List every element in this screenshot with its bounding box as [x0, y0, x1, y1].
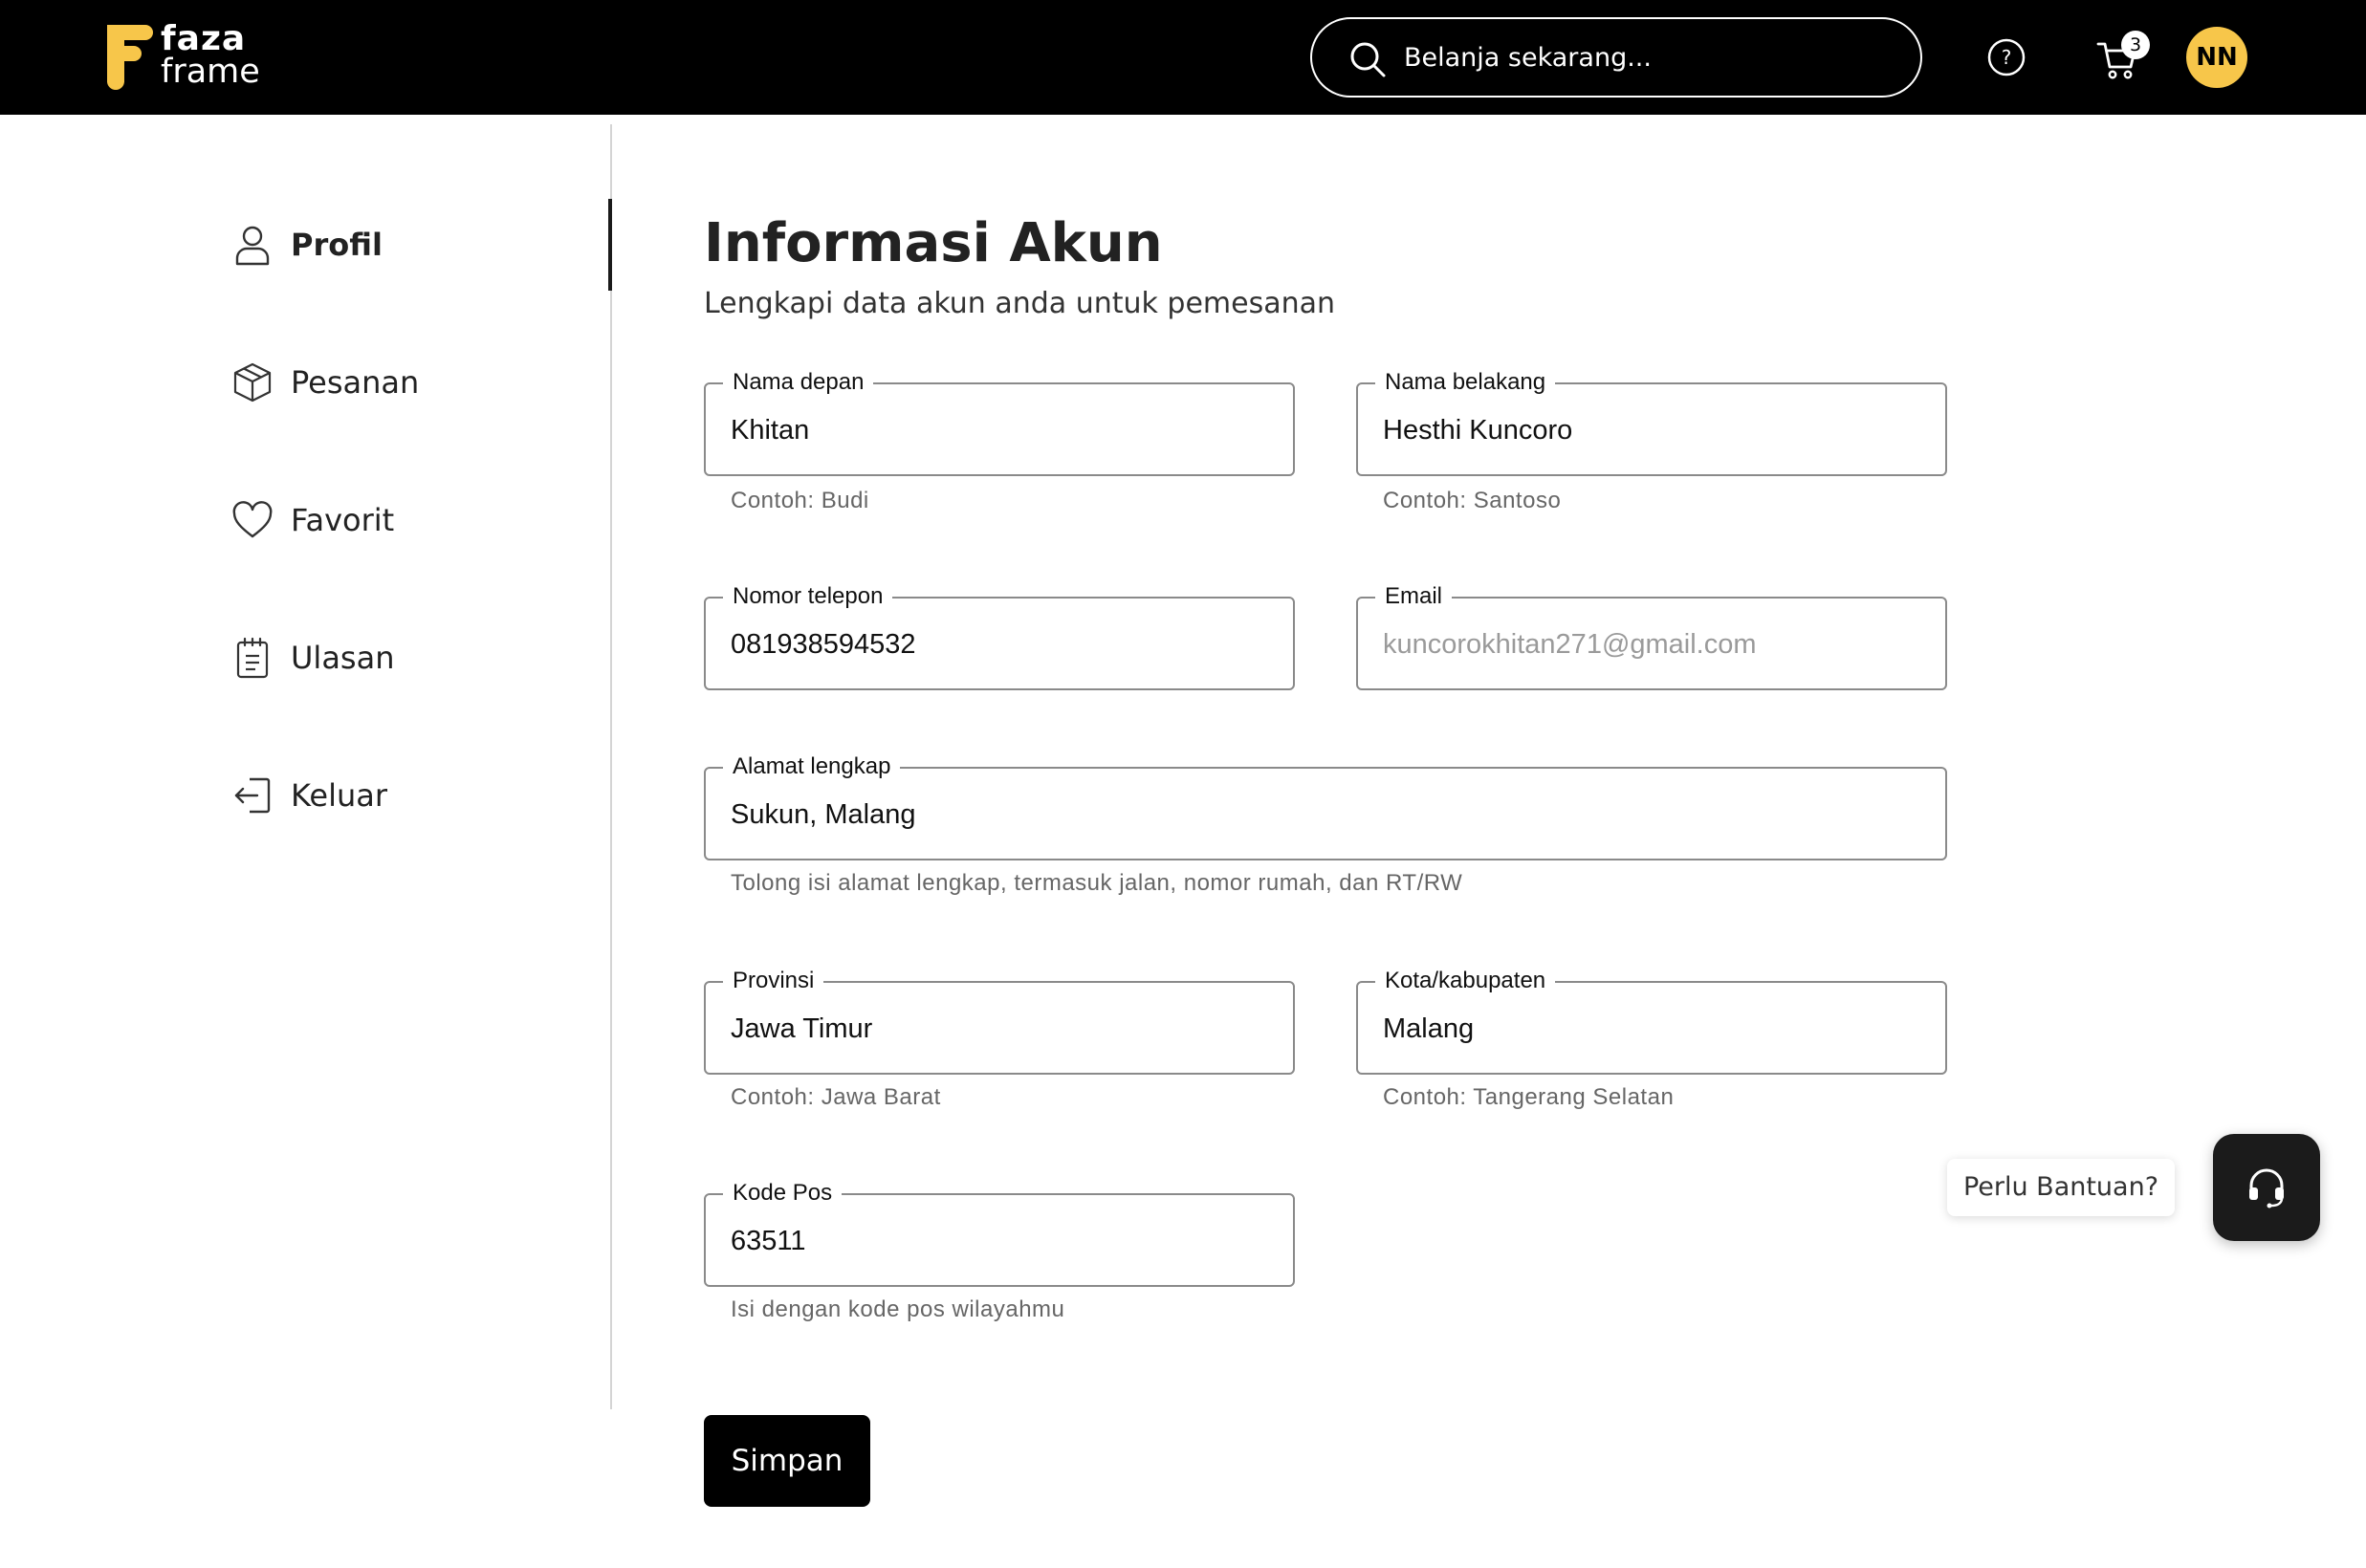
faza-frame-logo[interactable]: faza frame: [105, 19, 277, 94]
last-name-helper: Contoh: Santoso: [1383, 488, 1562, 513]
sidebar-divider: [610, 124, 612, 1409]
province-label: Provinsi: [723, 968, 824, 994]
address-field[interactable]: Alamat lengkap: [704, 753, 1947, 860]
page-title: Informasi Akun: [704, 212, 1163, 274]
city-input[interactable]: [1383, 1006, 1926, 1052]
phone-input[interactable]: [731, 621, 1274, 667]
notepad-icon: [230, 635, 275, 681]
province-helper: Contoh: Jawa Barat: [731, 1084, 941, 1110]
last-name-label: Nama belakang: [1375, 369, 1556, 396]
last-name-input[interactable]: [1383, 407, 1926, 453]
postal-code-helper: Isi dengan kode pos wilayahmu: [731, 1296, 1065, 1322]
sidebar-item-label: Keluar: [291, 777, 388, 814]
sidebar-item-label: Profil: [291, 227, 383, 263]
first-name-helper: Contoh: Budi: [731, 488, 869, 513]
sidebar-item-favorit[interactable]: Favorit: [230, 491, 574, 549]
address-helper: Tolong isi alamat lengkap, termasuk jala…: [731, 870, 1463, 896]
logout-icon: [230, 773, 275, 818]
city-helper: Contoh: Tangerang Selatan: [1383, 1084, 1675, 1110]
email-input: [1383, 621, 1926, 667]
question-circle-icon: ?: [1987, 38, 2026, 76]
search-input[interactable]: [1404, 33, 1901, 82]
first-name-field[interactable]: Nama depan: [704, 369, 1295, 476]
logo-text-faza: faza: [161, 19, 247, 58]
address-label: Alamat lengkap: [723, 753, 901, 780]
help-bubble-label[interactable]: Perlu Bantuan?: [1947, 1159, 2175, 1216]
logo-text-frame: frame: [161, 53, 260, 91]
last-name-field[interactable]: Nama belakang: [1356, 369, 1947, 476]
email-field: Email: [1356, 583, 1947, 690]
postal-code-label: Kode Pos: [723, 1180, 843, 1207]
save-button[interactable]: Simpan: [704, 1415, 870, 1507]
city-field[interactable]: Kota/kabupaten: [1356, 968, 1947, 1075]
logo-mark-icon: [107, 25, 153, 90]
svg-text:?: ?: [2002, 46, 2012, 69]
help-chat-button[interactable]: [2213, 1134, 2320, 1241]
search-bar[interactable]: [1310, 17, 1922, 98]
heart-icon: [230, 497, 275, 543]
phone-field[interactable]: Nomor telepon: [704, 583, 1295, 690]
first-name-input[interactable]: [731, 407, 1274, 453]
package-box-icon: [230, 359, 275, 405]
top-navbar: faza frame ? 3 NN: [0, 0, 2366, 115]
sidebar-item-keluar[interactable]: Keluar: [230, 767, 574, 824]
postal-code-input[interactable]: [731, 1218, 1274, 1264]
sidebar-item-label: Pesanan: [291, 364, 420, 401]
city-label: Kota/kabupaten: [1375, 968, 1556, 994]
province-field[interactable]: Provinsi: [704, 968, 1295, 1075]
user-icon: [230, 222, 275, 268]
address-input[interactable]: [731, 792, 1926, 838]
user-avatar[interactable]: NN: [2186, 27, 2247, 88]
headset-icon: [2249, 1168, 2284, 1209]
sidebar-item-label: Ulasan: [291, 640, 395, 676]
cart-button[interactable]: 3: [2096, 31, 2154, 80]
email-label: Email: [1375, 583, 1453, 610]
sidebar-item-profil[interactable]: Profil: [230, 216, 574, 273]
cart-count-badge: 3: [2121, 31, 2150, 59]
page-subtitle: Lengkapi data akun anda untuk pemesanan: [704, 287, 1336, 320]
help-button[interactable]: ?: [1987, 38, 2026, 76]
postal-code-field[interactable]: Kode Pos: [704, 1180, 1295, 1287]
sidebar-item-ulasan[interactable]: Ulasan: [230, 629, 574, 686]
search-icon: [1350, 42, 1386, 77]
sidebar-item-pesanan[interactable]: Pesanan: [230, 354, 574, 411]
sidebar-active-indicator: [608, 199, 612, 291]
first-name-label: Nama depan: [723, 369, 874, 396]
province-input[interactable]: [731, 1006, 1274, 1052]
sidebar-item-label: Favorit: [291, 502, 395, 538]
phone-label: Nomor telepon: [723, 583, 893, 610]
